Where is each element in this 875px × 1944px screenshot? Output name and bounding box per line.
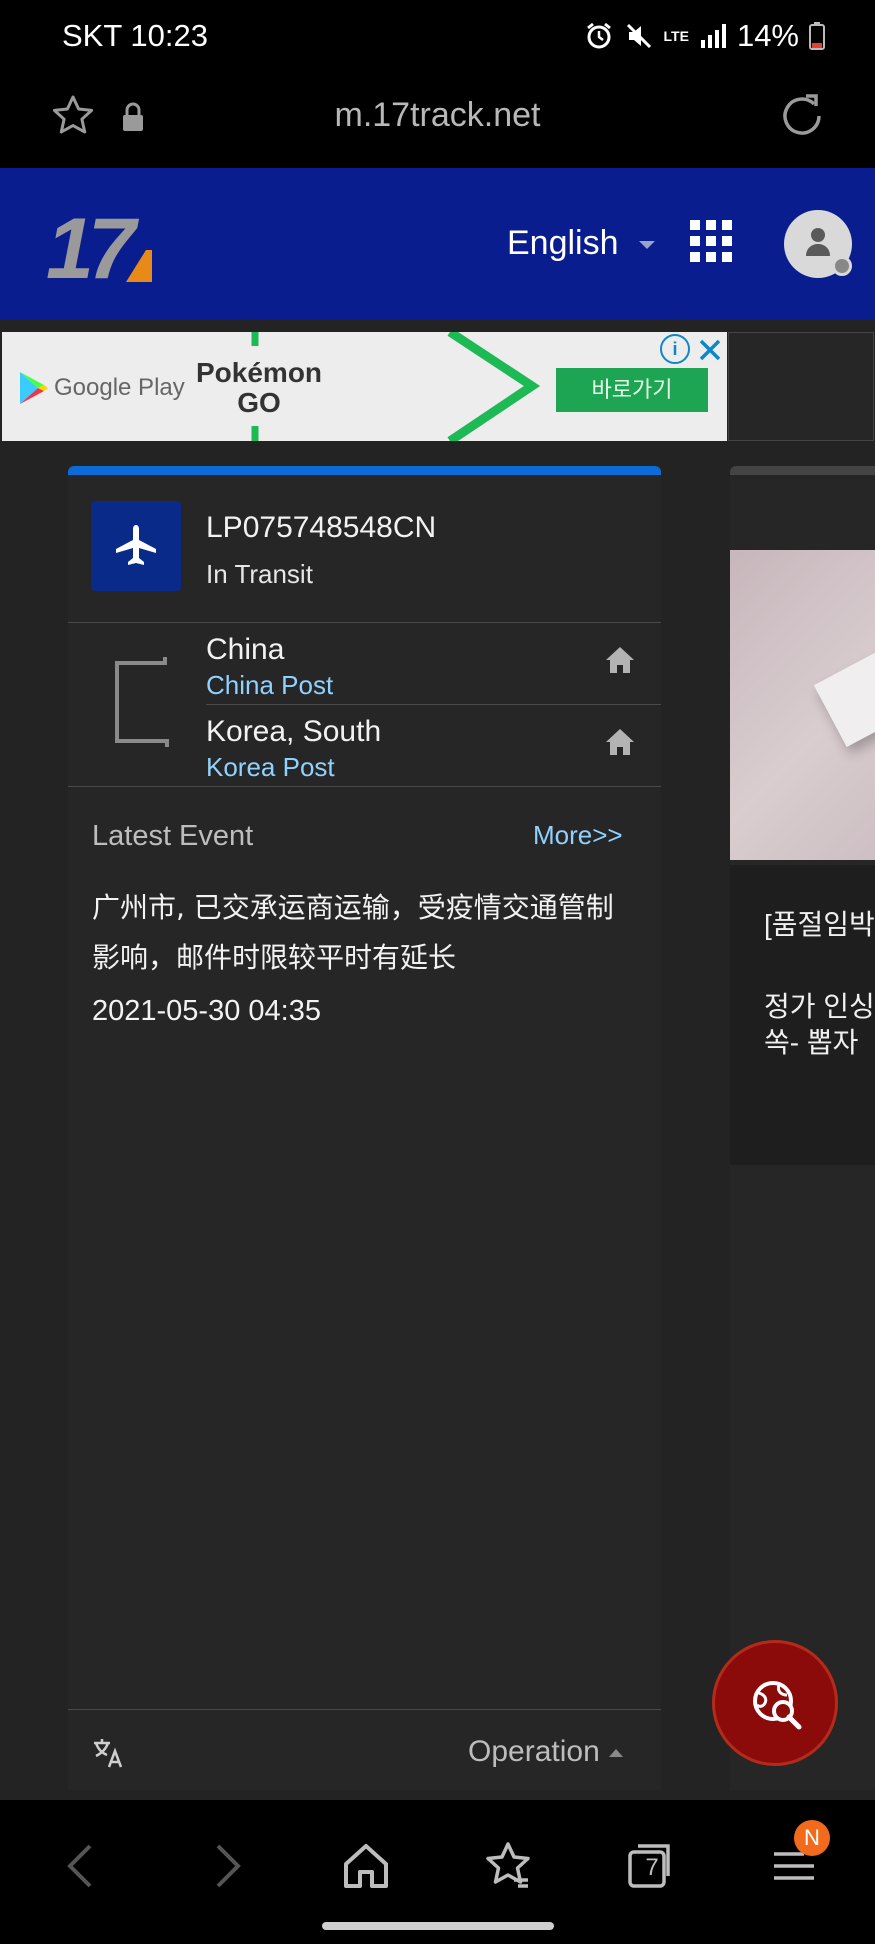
shipment-status: In Transit bbox=[206, 559, 313, 589]
language-selector[interactable]: English bbox=[507, 224, 656, 263]
tracking-number[interactable]: LP075748548CN bbox=[206, 511, 436, 545]
side-card-body: [품절임박 정가 인싱 쏙- 뽑자 bbox=[730, 865, 875, 1165]
destination-home-icon[interactable] bbox=[605, 728, 635, 756]
battery-percent: 14% bbox=[736, 18, 799, 53]
logo-17[interactable]: 17 bbox=[46, 201, 152, 297]
notification-badge: N bbox=[794, 1820, 830, 1856]
operation-menu[interactable]: Operation bbox=[468, 1735, 624, 1769]
dropdown-caret-icon bbox=[638, 241, 655, 250]
translate-icon[interactable] bbox=[92, 1737, 124, 1769]
airplane-icon bbox=[116, 525, 156, 565]
latest-event-heading: Latest Event bbox=[92, 820, 254, 852]
ad-side-slot bbox=[728, 332, 874, 441]
side-card-subtitle-2: 쏙- 뽑자 bbox=[764, 1027, 859, 1058]
tabs-count: 7 bbox=[645, 1854, 659, 1881]
apps-grid-icon[interactable] bbox=[690, 220, 732, 262]
divider bbox=[68, 622, 661, 623]
browser-address-bar: m.17track.net bbox=[0, 76, 875, 168]
menu-button[interactable]: N bbox=[764, 1820, 830, 1896]
side-card-header bbox=[730, 475, 875, 547]
google-play-label: Google Play bbox=[54, 374, 185, 401]
destination-carrier-link[interactable]: Korea Post bbox=[206, 752, 335, 783]
tracking-card: LP075748548CN In Transit China China Pos… bbox=[68, 466, 661, 1790]
side-card-subtitle-1: 정가 인싱 bbox=[764, 991, 875, 1022]
home-icon[interactable] bbox=[336, 1836, 396, 1896]
alarm-icon bbox=[586, 22, 611, 49]
more-events-link[interactable]: More>> bbox=[533, 820, 623, 851]
bookmarks-icon[interactable] bbox=[478, 1836, 538, 1896]
forward-arrow-icon[interactable] bbox=[196, 1836, 256, 1896]
ad-title: Pokémon GO bbox=[196, 357, 323, 418]
user-icon bbox=[806, 228, 830, 256]
transport-mode-badge bbox=[91, 501, 181, 591]
route-bracket-icon bbox=[115, 657, 169, 747]
destination-country: Korea, South bbox=[206, 715, 382, 748]
ad-cta-button[interactable]: 바로가기 bbox=[556, 368, 708, 412]
signal-icon bbox=[700, 24, 726, 48]
system-home-indicator bbox=[322, 1922, 554, 1930]
carrier-label: SKT bbox=[62, 18, 122, 53]
mute-icon bbox=[626, 23, 651, 49]
latest-event-description: 广州市, 已交承运商运输，受疫情交通管制影响，邮件时限较平时有延长 bbox=[92, 891, 614, 974]
side-card-title: [품절임박 bbox=[764, 909, 875, 940]
site-header: 17 English bbox=[0, 168, 875, 320]
url-text[interactable]: m.17track.net bbox=[0, 96, 875, 135]
ad-close-icon[interactable] bbox=[698, 338, 722, 362]
logo-accent-icon bbox=[126, 250, 152, 282]
ad-banner[interactable]: Google Play Pokémon GO 바로가기 i bbox=[0, 330, 875, 443]
battery-icon bbox=[809, 22, 825, 50]
divider bbox=[206, 704, 661, 705]
clock: 10:23 bbox=[130, 18, 208, 53]
google-play-icon bbox=[20, 372, 48, 404]
divider bbox=[68, 1709, 661, 1710]
ad-info-icon[interactable]: i bbox=[660, 334, 690, 364]
origin-home-icon[interactable] bbox=[605, 646, 635, 674]
origin-country: China bbox=[206, 633, 285, 666]
divider bbox=[68, 786, 661, 787]
global-search-icon bbox=[753, 1681, 802, 1730]
latest-event-datetime: 2021-05-30 04:35 bbox=[92, 995, 321, 1027]
back-arrow-icon[interactable] bbox=[52, 1836, 112, 1896]
status-bar: SKT 10:23 LTE 14% bbox=[0, 0, 875, 76]
status-dot bbox=[832, 256, 852, 276]
network-type: LTE bbox=[663, 28, 689, 44]
side-card[interactable]: [품절임박 정가 인싱 쏙- 뽑자 bbox=[730, 466, 875, 1790]
user-avatar-button[interactable] bbox=[784, 210, 852, 278]
origin-carrier-link[interactable]: China Post bbox=[206, 670, 333, 701]
reload-icon[interactable] bbox=[778, 92, 826, 140]
track-search-fab[interactable] bbox=[712, 1640, 838, 1766]
caret-up-icon bbox=[609, 1749, 624, 1758]
tabs-button[interactable]: 7 bbox=[620, 1836, 680, 1896]
side-card-image bbox=[730, 550, 875, 860]
